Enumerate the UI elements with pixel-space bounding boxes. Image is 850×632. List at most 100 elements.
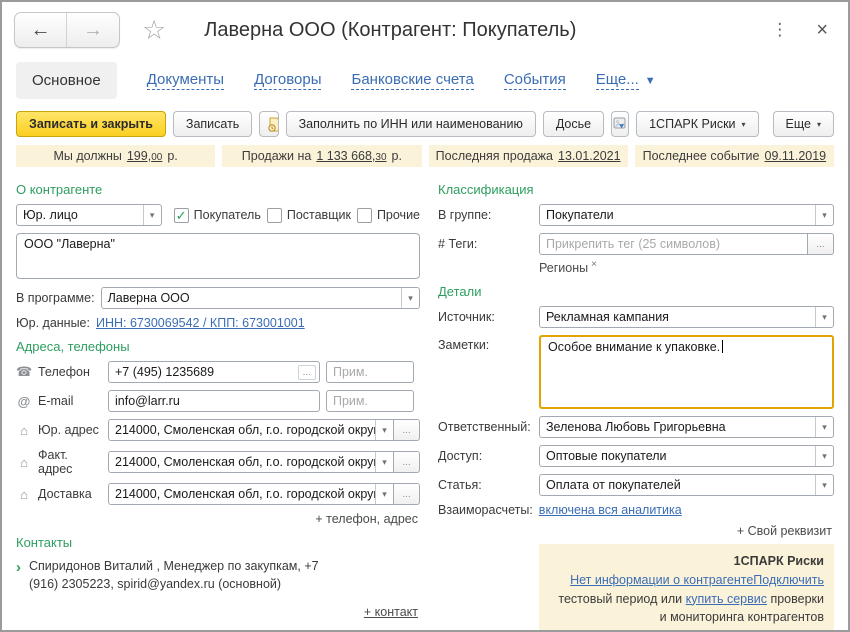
tag-remove-icon[interactable]: × (591, 259, 597, 270)
more-button[interactable]: Еще ▾ (773, 111, 834, 137)
sales-amount-link[interactable]: 1 133 668,30 (316, 149, 386, 163)
chevron-down-icon[interactable]: ▾ (375, 484, 393, 504)
phone-label: Телефон (38, 365, 102, 379)
quick-icons-group: ▾ ▾ (259, 111, 278, 137)
chevron-down-icon[interactable]: ▾ (815, 307, 833, 327)
legal-address-value: 214000, Смоленская обл, г.о. городской о… (109, 423, 375, 437)
create-based-on-icon (267, 117, 278, 132)
save-and-close-button[interactable]: Записать и закрыть (16, 111, 166, 137)
nav-button-group: ← → (14, 12, 120, 48)
entity-type-combo[interactable]: Юр. лицо ▾ (16, 204, 162, 226)
right-column: Классификация В группе: Покупатели ▾ # Т… (438, 173, 834, 632)
other-checkbox-label: Прочие (377, 208, 420, 222)
last-event-date-link[interactable]: 09.11.2019 (765, 149, 827, 163)
we-owe-dec: 00 (151, 152, 162, 163)
create-based-on-button[interactable]: ▾ (260, 112, 278, 136)
sales-label: Продажи на (242, 149, 312, 163)
actual-address-label: Факт. адрес (38, 448, 102, 476)
article-label: Статья: (438, 478, 533, 492)
window-header: ← → ☆ Лаверна ООО (Контрагент: Покупател… (2, 2, 848, 58)
delivery-address-more-button[interactable]: ... (394, 483, 420, 505)
more-menu-icon[interactable]: ⋮ (771, 20, 788, 40)
close-icon[interactable]: × (816, 19, 828, 42)
actual-address-combo[interactable]: 214000, Смоленская обл, г.о. городской о… (108, 451, 394, 473)
chevron-down-icon[interactable]: ▾ (375, 452, 393, 472)
ellipsis-icon: ... (402, 457, 410, 468)
legal-address-more-button[interactable]: ... (394, 419, 420, 441)
add-contact-link[interactable]: + контакт (16, 605, 418, 619)
access-value: Оптовые покупатели (540, 449, 815, 463)
responsible-combo[interactable]: Зеленова Любовь Григорьевна ▾ (539, 416, 834, 438)
tags-input[interactable]: Прикрепить тег (25 символов) (539, 233, 808, 255)
main-content: О контрагенте Юр. лицо ▾ ✓ Покупатель По… (2, 169, 848, 632)
chevron-down-icon[interactable]: ▾ (815, 475, 833, 495)
fill-by-inn-button[interactable]: Заполнить по ИНН или наименованию (286, 111, 536, 137)
spark-risks-button[interactable]: 1СПАРК Риски ▾ (636, 111, 758, 137)
spark-no-info-link[interactable]: Нет информации о контрагенте (570, 573, 753, 587)
attached-files-button[interactable] (611, 111, 629, 137)
spark-panel-title: 1СПАРК Риски (734, 554, 824, 568)
tab-documents[interactable]: Документы (147, 71, 224, 90)
email-at-icon: @ (16, 394, 32, 409)
add-phone-address-link[interactable]: + телефон, адрес (16, 512, 418, 526)
tag-chip-label: Регионы (539, 261, 588, 275)
supplier-checkbox[interactable]: Поставщик (267, 208, 351, 223)
dossier-button[interactable]: Досье (543, 111, 604, 137)
save-button[interactable]: Записать (173, 111, 252, 137)
page-title: Лаверна ООО (Контрагент: Покупатель) (204, 19, 576, 42)
favorite-star-icon[interactable]: ☆ (142, 17, 166, 44)
source-combo[interactable]: Рекламная кампания ▾ (539, 306, 834, 328)
tab-events[interactable]: События (504, 71, 566, 90)
forward-icon: → (83, 19, 103, 42)
tab-more[interactable]: Еще... ▼ (596, 71, 656, 90)
chevron-down-icon: ▼ (645, 75, 656, 87)
legal-address-combo[interactable]: 214000, Смоленская обл, г.о. городской о… (108, 419, 394, 441)
contact-list-item[interactable]: › Спиридонов Виталий , Менеджер по закуп… (16, 557, 346, 593)
we-owe-currency: р. (167, 149, 177, 163)
last-sale-date-link[interactable]: 13.01.2021 (558, 149, 621, 163)
chevron-down-icon[interactable]: ▾ (401, 288, 419, 308)
chevron-down-icon[interactable]: ▾ (815, 446, 833, 466)
back-button[interactable]: ← (15, 13, 67, 47)
ellipsis-icon: ... (402, 425, 410, 436)
group-combo[interactable]: Покупатели ▾ (539, 204, 834, 226)
toolbar: Записать и закрыть Записать ▾ ▾ Заполнит… (2, 109, 848, 141)
chevron-right-icon: › (16, 557, 21, 593)
fill-by-inn-label: Заполнить по ИНН или наименованию (299, 117, 523, 131)
forward-button[interactable]: → (67, 13, 119, 47)
chevron-down-icon[interactable]: ▾ (815, 205, 833, 225)
save-and-close-label: Записать и закрыть (29, 117, 153, 131)
home-icon: ⌂ (16, 423, 32, 438)
we-owe-label: Мы должны (53, 149, 121, 163)
notes-textarea[interactable]: Особое внимание к упаковке. (539, 335, 834, 409)
settlements-analytics-link[interactable]: включена вся аналитика (539, 503, 682, 517)
delivery-address-label: Доставка (38, 487, 102, 501)
tab-contracts[interactable]: Договоры (254, 71, 321, 90)
full-name-textarea[interactable]: ООО "Лаверна" (16, 233, 420, 279)
back-icon: ← (31, 19, 51, 42)
chevron-down-icon[interactable]: ▾ (375, 420, 393, 440)
phone-input[interactable]: +7 (495) 1235689 ... (108, 361, 320, 383)
tags-more-button[interactable]: ... (808, 233, 834, 255)
chevron-down-icon[interactable]: ▾ (815, 417, 833, 437)
chevron-down-icon[interactable]: ▾ (143, 205, 161, 225)
tab-bank-accounts[interactable]: Банковские счета (351, 71, 473, 90)
article-combo[interactable]: Оплата от покупателей ▾ (539, 474, 834, 496)
access-combo[interactable]: Оптовые покупатели ▾ (539, 445, 834, 467)
in-program-combo[interactable]: Лаверна ООО ▾ (101, 287, 420, 309)
inn-kpp-link[interactable]: ИНН: 6730069542 / КПП: 673001001 (96, 316, 305, 330)
notes-value: Особое внимание к упаковке. (548, 340, 720, 354)
actual-address-more-button[interactable]: ... (394, 451, 420, 473)
buyer-checkbox[interactable]: ✓ Покупатель (174, 208, 261, 223)
we-owe-amount-link[interactable]: 199,00 (127, 149, 162, 163)
email-input[interactable]: info@larr.ru (108, 390, 320, 412)
email-note-input[interactable] (326, 390, 414, 412)
ellipsis-icon[interactable]: ... (298, 365, 316, 380)
custom-field-link[interactable]: + Свой реквизит (438, 524, 832, 538)
spark-connect-link[interactable]: Подключить (753, 573, 824, 587)
tab-main[interactable]: Основное (16, 62, 117, 99)
phone-note-input[interactable] (326, 361, 414, 383)
other-checkbox[interactable]: Прочие (357, 208, 420, 223)
spark-buy-service-link[interactable]: купить сервис (686, 592, 767, 606)
delivery-address-combo[interactable]: 214000, Смоленская обл, г.о. городской о… (108, 483, 394, 505)
